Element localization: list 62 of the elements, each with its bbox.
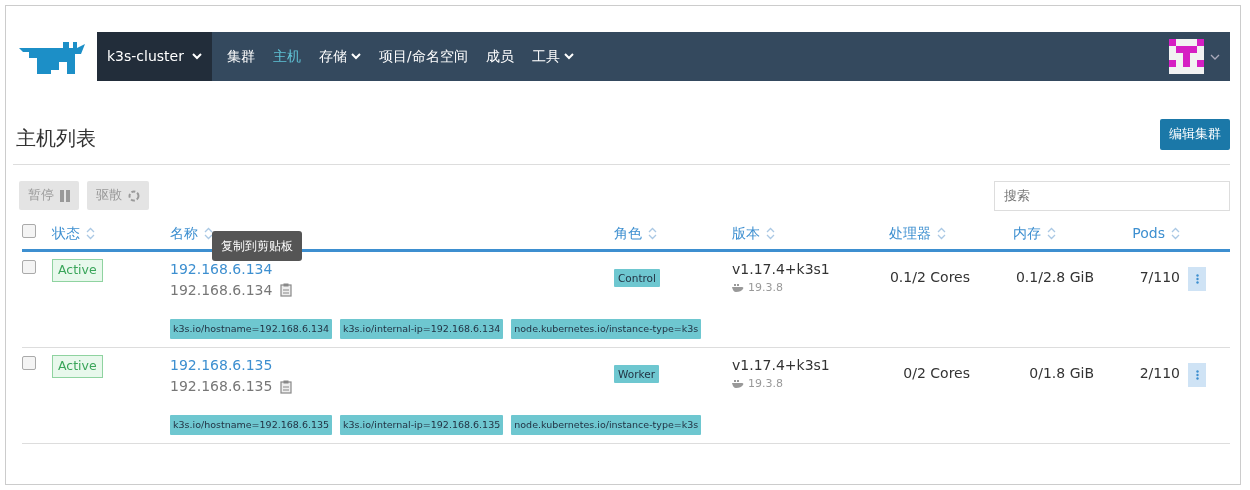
- label-tag: k3s.io/hostname=192.168.6.134: [170, 318, 333, 339]
- search-field[interactable]: 搜索: [994, 180, 1230, 211]
- status-label: Active: [52, 258, 103, 282]
- actions-menu-button[interactable]: [1188, 363, 1206, 387]
- host-link[interactable]: 192.168.6.135: [170, 357, 273, 373]
- label-tag: k3s.io/hostname=192.168.6.135: [170, 415, 333, 436]
- tooltip: 复制到剪贴板: [212, 230, 302, 261]
- nav-item[interactable]: 主机: [264, 46, 310, 67]
- label-tag: k3s.io/internal-ip=192.168.6.134: [340, 318, 504, 339]
- pods-count: 2/110: [1139, 365, 1180, 381]
- label-tag: k3s.io/internal-ip=192.168.6.135: [340, 415, 504, 436]
- memory-usage: 0/1.8 GiB: [1029, 365, 1094, 381]
- version-text: v1.17.4+k3s1: [732, 356, 831, 375]
- column-header[interactable]: 版本: [732, 222, 760, 244]
- logo-icon[interactable]: [19, 39, 85, 74]
- chevron-icon: [192, 53, 202, 60]
- docker-version: 19.3.8: [748, 376, 783, 392]
- whale-icon: [732, 380, 744, 389]
- chevron-icon: [1210, 53, 1220, 60]
- more-icon: [1195, 273, 1199, 284]
- version-text: v1.17.4+k3s1: [732, 259, 831, 279]
- row-checkbox[interactable]: [22, 259, 36, 274]
- refresh-icon: [128, 189, 140, 202]
- column-header[interactable]: 处理器: [889, 222, 931, 244]
- nav-item[interactable]: 成员: [476, 46, 523, 67]
- sort-icon[interactable]: [204, 226, 213, 240]
- nav-item[interactable]: 工具: [522, 46, 583, 67]
- host-ip: 192.168.6.134: [170, 280, 273, 300]
- role-tag: Worker: [614, 365, 659, 383]
- pause-icon: [60, 189, 70, 202]
- select-all-checkbox[interactable]: [22, 223, 36, 238]
- column-header[interactable]: 内存: [1012, 222, 1041, 244]
- nav-item[interactable]: 存储: [310, 46, 370, 67]
- label-tag: node.kubernetes.io/instance-type=k3s: [511, 318, 702, 339]
- cluster-selector[interactable]: k3s-cluster: [97, 32, 212, 81]
- pods-count: 7/110: [1139, 268, 1180, 285]
- column-header[interactable]: Pods: [1132, 222, 1165, 244]
- label-tag: node.kubernetes.io/instance-type=k3s: [511, 415, 702, 436]
- clipboard-icon[interactable]: [280, 283, 293, 298]
- memory-usage: 0.1/2.8 GiB: [1015, 268, 1094, 285]
- status-label: Active: [52, 355, 103, 378]
- page-title: 主机列表: [16, 125, 96, 150]
- chevron-icon: [351, 53, 361, 60]
- column-header[interactable]: 名称: [170, 222, 198, 244]
- nav-item[interactable]: 集群: [218, 46, 264, 67]
- whale-icon: [732, 284, 744, 292]
- role-tag: Control: [614, 268, 660, 287]
- cpu-usage: 0/2 Cores: [903, 365, 970, 381]
- actions-menu-button[interactable]: [1188, 266, 1206, 291]
- host-ip: 192.168.6.135: [170, 377, 273, 396]
- edit-cluster-button[interactable]: 编辑集群: [1160, 119, 1230, 150]
- docker-version: 19.3.8: [748, 279, 783, 296]
- chevron-icon: [563, 53, 574, 60]
- row-checkbox[interactable]: [22, 356, 36, 370]
- cpu-usage: 0.1/2 Cores: [889, 268, 970, 285]
- avatar-icon[interactable]: [1169, 39, 1204, 74]
- column-header[interactable]: 状态: [52, 222, 80, 244]
- nav-item[interactable]: 项目/命名空间: [370, 46, 477, 67]
- clipboard-icon[interactable]: [280, 379, 293, 394]
- host-link[interactable]: 192.168.6.134: [170, 260, 273, 277]
- more-icon: [1195, 370, 1199, 380]
- column-header[interactable]: 角色: [614, 222, 642, 244]
